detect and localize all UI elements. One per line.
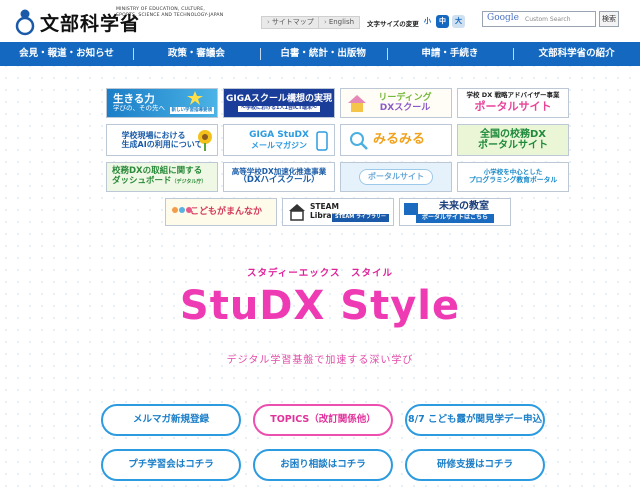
banner-gen-ai[interactable]: 学校現場における 生成AIの利用について bbox=[106, 124, 218, 156]
banner-mirai-kyoshitsu[interactable]: 未来の教室 ポータルサイトはこちら bbox=[399, 198, 511, 226]
hero-ruby: スタディーエックス スタイル bbox=[246, 268, 394, 279]
banner-kodomo[interactable]: こどもがまんなか bbox=[165, 198, 277, 226]
global-nav: 会見・報道・お知らせ 政策・審議会 白書・統計・出版物 申請・手続き 文部科学省… bbox=[0, 42, 640, 66]
nav-item-policy[interactable]: 政策・審議会 bbox=[133, 42, 260, 66]
nav-item-about[interactable]: 文部科学省の紹介 bbox=[513, 42, 640, 66]
nav-item-applications[interactable]: 申請・手続き bbox=[386, 42, 514, 66]
banner-ikiruchikara[interactable]: 生きる力 学びの、その先へ 新しい学習指導要領 bbox=[106, 88, 218, 118]
banner-dx-advisor[interactable]: 学校 DX 戦略アドバイザー事業 ポータルサイト bbox=[457, 88, 569, 118]
consultation-button[interactable]: お困り相談はコチラ bbox=[253, 449, 393, 481]
mext-logo-icon[interactable] bbox=[10, 6, 40, 36]
magnifier-icon bbox=[350, 132, 368, 150]
english-link[interactable]: › English bbox=[318, 16, 361, 29]
banner-giga-school[interactable]: GIGAスクール構想の実現 ～学校における1人1台ICT端末～ bbox=[223, 88, 335, 118]
banner-programming-portal[interactable]: 小学校を中心とした プログラミング教育ポータル bbox=[457, 162, 569, 192]
children-icon bbox=[172, 207, 192, 213]
hero-subtitle: デジタル学習基盤で加速する深い学び bbox=[226, 355, 414, 366]
font-size-large-button[interactable]: 大 bbox=[452, 15, 465, 28]
nav-item-publications[interactable]: 白書・統計・出版物 bbox=[259, 42, 387, 66]
font-size-medium-button[interactable]: 中 bbox=[436, 15, 449, 28]
banner-koumu-dx-portal[interactable]: 全国の校務DX ポータルサイト bbox=[457, 124, 569, 156]
hero-title: StuDX Style bbox=[179, 283, 461, 329]
banner-reading-dx[interactable]: リーディング DXスクール bbox=[340, 88, 452, 118]
logo-english: MINISTRY OF EDUCATION, CULTURE, SPORTS, … bbox=[116, 7, 224, 18]
banner-mimamiru[interactable]: みるみる bbox=[340, 124, 452, 156]
search-input[interactable]: Google Custom Search bbox=[482, 11, 596, 27]
banner-dx-high-school[interactable]: 高等学校DX加速化推進事業 （DXハイスクール） bbox=[223, 162, 335, 192]
banner-steam-library[interactable]: STEAM Library STEAM ライブラリー bbox=[282, 198, 394, 226]
kodomo-kasumigaseki-button[interactable]: 8/7 こども霞が関見学デー申込 bbox=[405, 404, 545, 436]
arrow-right-icon: › bbox=[324, 18, 327, 26]
google-logo: Google bbox=[487, 13, 519, 23]
book-house-icon bbox=[348, 95, 366, 112]
mirai-logo-icon bbox=[404, 203, 418, 215]
search-placeholder: Custom Search bbox=[525, 16, 571, 23]
mailmag-register-button[interactable]: メルマガ新規登録 bbox=[101, 404, 241, 436]
house-icon bbox=[289, 204, 305, 221]
banner-portal-site[interactable]: ポータルサイト bbox=[340, 162, 452, 192]
star-icon bbox=[187, 91, 203, 105]
sunflower-icon bbox=[198, 130, 212, 151]
font-size-small-button[interactable]: 小 bbox=[421, 15, 434, 28]
smartphone-icon bbox=[316, 131, 328, 151]
arrow-right-icon: › bbox=[267, 18, 270, 26]
banner-giga-studx-mail[interactable]: GIGA StuDX メールマガジン bbox=[223, 124, 335, 156]
training-support-button[interactable]: 研修支援はコチラ bbox=[405, 449, 545, 481]
topics-button[interactable]: TOPICS（改訂関係他） bbox=[253, 404, 393, 436]
search-button[interactable]: 検索 bbox=[599, 11, 619, 27]
petit-study-button[interactable]: プチ学習会はコチラ bbox=[101, 449, 241, 481]
font-size-label: 文字サイズの変更 bbox=[367, 20, 419, 28]
nav-item-press[interactable]: 会見・報道・お知らせ bbox=[0, 42, 133, 66]
sitemap-link[interactable]: › サイトマップ bbox=[261, 16, 320, 29]
site-header: 文部科学省 MINISTRY OF EDUCATION, CULTURE, SP… bbox=[0, 0, 640, 42]
banner-dx-dashboard[interactable]: 校務DXの取組に関する ダッシュボード（デジタル庁） bbox=[106, 162, 218, 192]
